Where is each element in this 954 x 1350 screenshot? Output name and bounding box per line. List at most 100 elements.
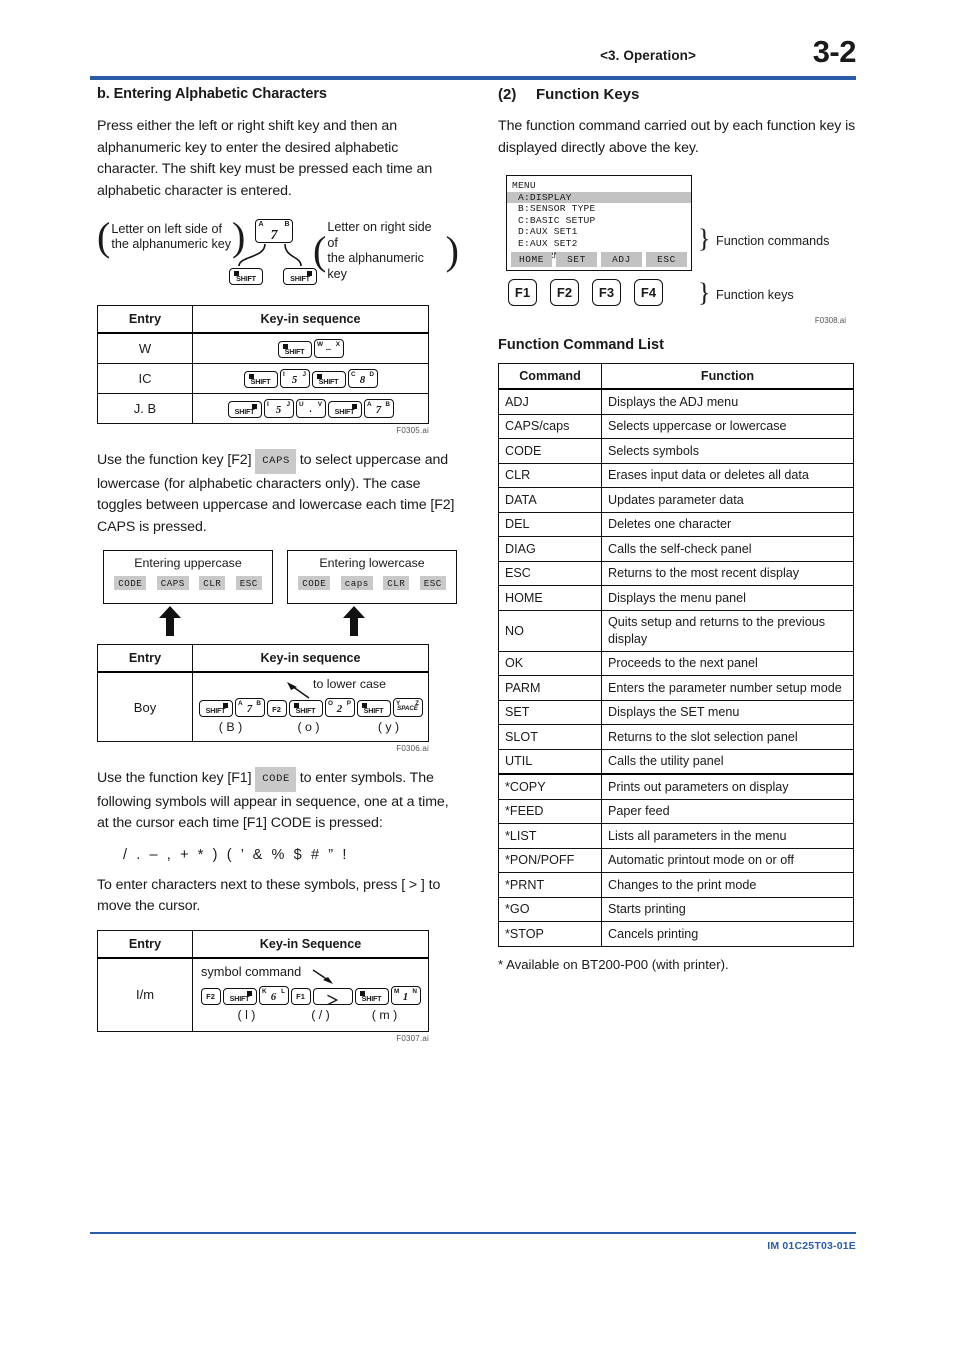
function-key-f3[interactable]: F3	[592, 279, 621, 306]
symbol-sequence: / . – , + * ) ( ’ & % $ # ” !	[123, 846, 349, 863]
right-intro-paragraph: The function command carried out by each…	[498, 118, 856, 156]
function-key-glyph: F1	[290, 987, 311, 1005]
key-center-label: 5	[291, 374, 298, 386]
table3-annotation: symbol command	[201, 963, 302, 979]
manual-page: <3. Operation> 3-2 b. Entering Alphabeti…	[0, 0, 954, 1350]
left-label-text: Letter on left side of the alphanumeric …	[111, 222, 231, 253]
lcd-menu-item[interactable]: E:AUX SET2	[507, 238, 691, 250]
function-cell: Returns to the slot selection panel	[601, 724, 854, 750]
function-key-f4[interactable]: F4	[634, 279, 663, 306]
table-row: IC SHIFT I J 5 SHIFT C D 8	[97, 363, 429, 394]
alphanumeric-key-glyph: OP2	[324, 698, 355, 717]
function-cell: Enters the parameter number setup mode	[601, 675, 854, 701]
function-command-home[interactable]: HOME	[511, 252, 552, 267]
under-label: ( m )	[371, 1007, 398, 1022]
table2-entry: Boy	[97, 671, 193, 742]
right-paren-close: )	[445, 228, 459, 273]
function-command-esc[interactable]: ESC	[646, 252, 687, 267]
right-label-line1: Letter on right side of	[327, 220, 432, 250]
under-label: ( y )	[377, 720, 400, 734]
command-list-footnote: * Available on BT200-P00 (with printer).	[498, 956, 729, 972]
table-row: *GO Starts printing	[498, 896, 854, 922]
function-command-set[interactable]: SET	[556, 252, 597, 267]
shift-key-glyph: SHIFT	[198, 700, 233, 717]
left-heading: b. Entering Alphabetic Characters	[97, 86, 327, 102]
caps-paragraph-part1: Use the function key [F2]	[97, 452, 252, 468]
function-cell: Displays the menu panel	[601, 585, 854, 611]
lcd-menu-item[interactable]: D:AUX SET1	[507, 226, 691, 238]
function-command-adj[interactable]: ADJ	[601, 252, 642, 267]
lcd-item-list: A:DISPLAY B:SENSOR TYPE C:BASIC SETUP D:AUX…	[507, 191, 691, 262]
footer-rule	[90, 1232, 856, 1235]
table-row: I/m symbol command F2 SHIFT K L 6 F1 ＞ SHIFT M N 1…	[97, 957, 429, 1032]
key-center-label: –	[326, 344, 331, 355]
table-row: DIAG Calls the self-check panel	[498, 536, 854, 562]
right-column: (2) Function Keys The function command ca…	[498, 86, 856, 972]
right-section-title: (2) Function Keys	[498, 86, 856, 103]
under-label: ( l )	[237, 1007, 256, 1022]
shift-key-glyph: SHIFT	[354, 987, 389, 1005]
left-label-line1: Letter on left side of	[111, 221, 222, 236]
label-function-commands: Function commands	[716, 234, 830, 248]
key-center-label: 7	[375, 404, 382, 416]
lcd-title: MENU	[512, 180, 536, 191]
function-key-f2[interactable]: F2	[550, 279, 579, 306]
function-cell: Quits setup and returns to the previous …	[601, 609, 854, 652]
page-number: 3-2	[812, 34, 857, 69]
shift-key-glyph: SHIFT	[356, 700, 391, 717]
under-label: ( o )	[297, 720, 320, 734]
command-cell: CLR	[498, 462, 602, 488]
table-row: SET Displays the SET menu	[498, 699, 854, 725]
function-key-f1[interactable]: F1	[508, 279, 537, 306]
table1-header-sequence: Key-in sequence	[192, 305, 429, 334]
function-cell: Cancels printing	[601, 921, 854, 947]
function-command-list-title: Function Command List	[498, 337, 664, 353]
function-cell: Displays the ADJ menu	[601, 388, 854, 415]
alphanumeric-key-glyph: IJ5	[263, 399, 294, 418]
table-row: *LIST Lists all parameters in the menu	[498, 823, 854, 849]
code-chip: CODE	[255, 767, 296, 792]
uppercase-arrow-icon	[159, 606, 181, 636]
command-cell: SLOT	[498, 724, 602, 750]
lcd-menu-item[interactable]: A:DISPLAY	[507, 191, 691, 204]
left-label-line2: the alphanumeric key	[111, 237, 232, 251]
shift-key-glyph-left: SHIFT	[229, 268, 263, 285]
left-paren-close: )	[232, 214, 246, 259]
lowercase-arrow-icon	[343, 606, 365, 636]
function-cell: Updates parameter data	[601, 487, 854, 513]
table-row: *PON/POFF Automatic printout mode on or o…	[498, 847, 854, 873]
function-cell: Changes to the print mode	[601, 872, 854, 898]
lcd-menu-item[interactable]: B:SENSOR TYPE	[507, 203, 691, 215]
alphanumeric-key-glyph: W X –	[313, 339, 344, 358]
table1-sequence-cell: SHIFT W X –	[192, 332, 429, 364]
caps-chip: CAPS	[255, 449, 296, 474]
shift-key-left: SHIFT	[229, 267, 263, 285]
command-cell: DEL	[498, 511, 602, 537]
table1-entry: W	[97, 332, 193, 364]
table1-sequence-cell: SHIFT I J 5 U V. SHIFT A B 7	[192, 393, 429, 424]
function-keys-row: F1 F2 F3 F4	[508, 279, 663, 306]
function-cell: Displays the SET menu	[601, 699, 854, 725]
command-cell: *COPY	[498, 773, 602, 800]
shift-key-glyph: SHIFT	[311, 371, 346, 388]
shift-key-glyph: SHIFT	[222, 987, 257, 1005]
table1-entry: IC	[97, 363, 193, 394]
left-paren-open: (	[97, 214, 111, 259]
function-command-bar: HOME SET ADJ ESC	[507, 252, 691, 270]
right-label-text: Letter on right side of the alphanumeric…	[327, 220, 444, 282]
function-cell: Calls the self-check panel	[601, 536, 854, 562]
key-corner-top-right: B	[284, 221, 290, 228]
left-intro-paragraph: Press either the left or right shift key…	[97, 118, 433, 199]
function-cell: Proceeds to the next panel	[601, 650, 854, 676]
lcd-menu-item[interactable]: C:BASIC SETUP	[507, 215, 691, 227]
shift-key-right-label: SHIFT	[290, 274, 310, 283]
lcd-display: MENU A:DISPLAY B:SENSOR TYPE C:BASIC SETUP…	[506, 175, 692, 271]
table-row: NO Quits setup and returns to the previou…	[498, 609, 854, 652]
table-row: J. B SHIFT I J 5 U V. SHIFT A B 7	[97, 393, 429, 424]
table-row: CODE Selects symbols	[498, 438, 854, 464]
alphanumeric-key-glyph: CD8	[347, 369, 378, 388]
keyin-table-1: Entry Key-in sequence W SHIFT W X – IC SHIFT I J…	[97, 305, 429, 424]
alphanumeric-key-glyph: IJ5	[279, 369, 310, 388]
table2-header-sequence: Key-in sequence	[192, 644, 429, 673]
caps-paragraph: Use the function key [F2] CAPS to select…	[97, 449, 459, 538]
